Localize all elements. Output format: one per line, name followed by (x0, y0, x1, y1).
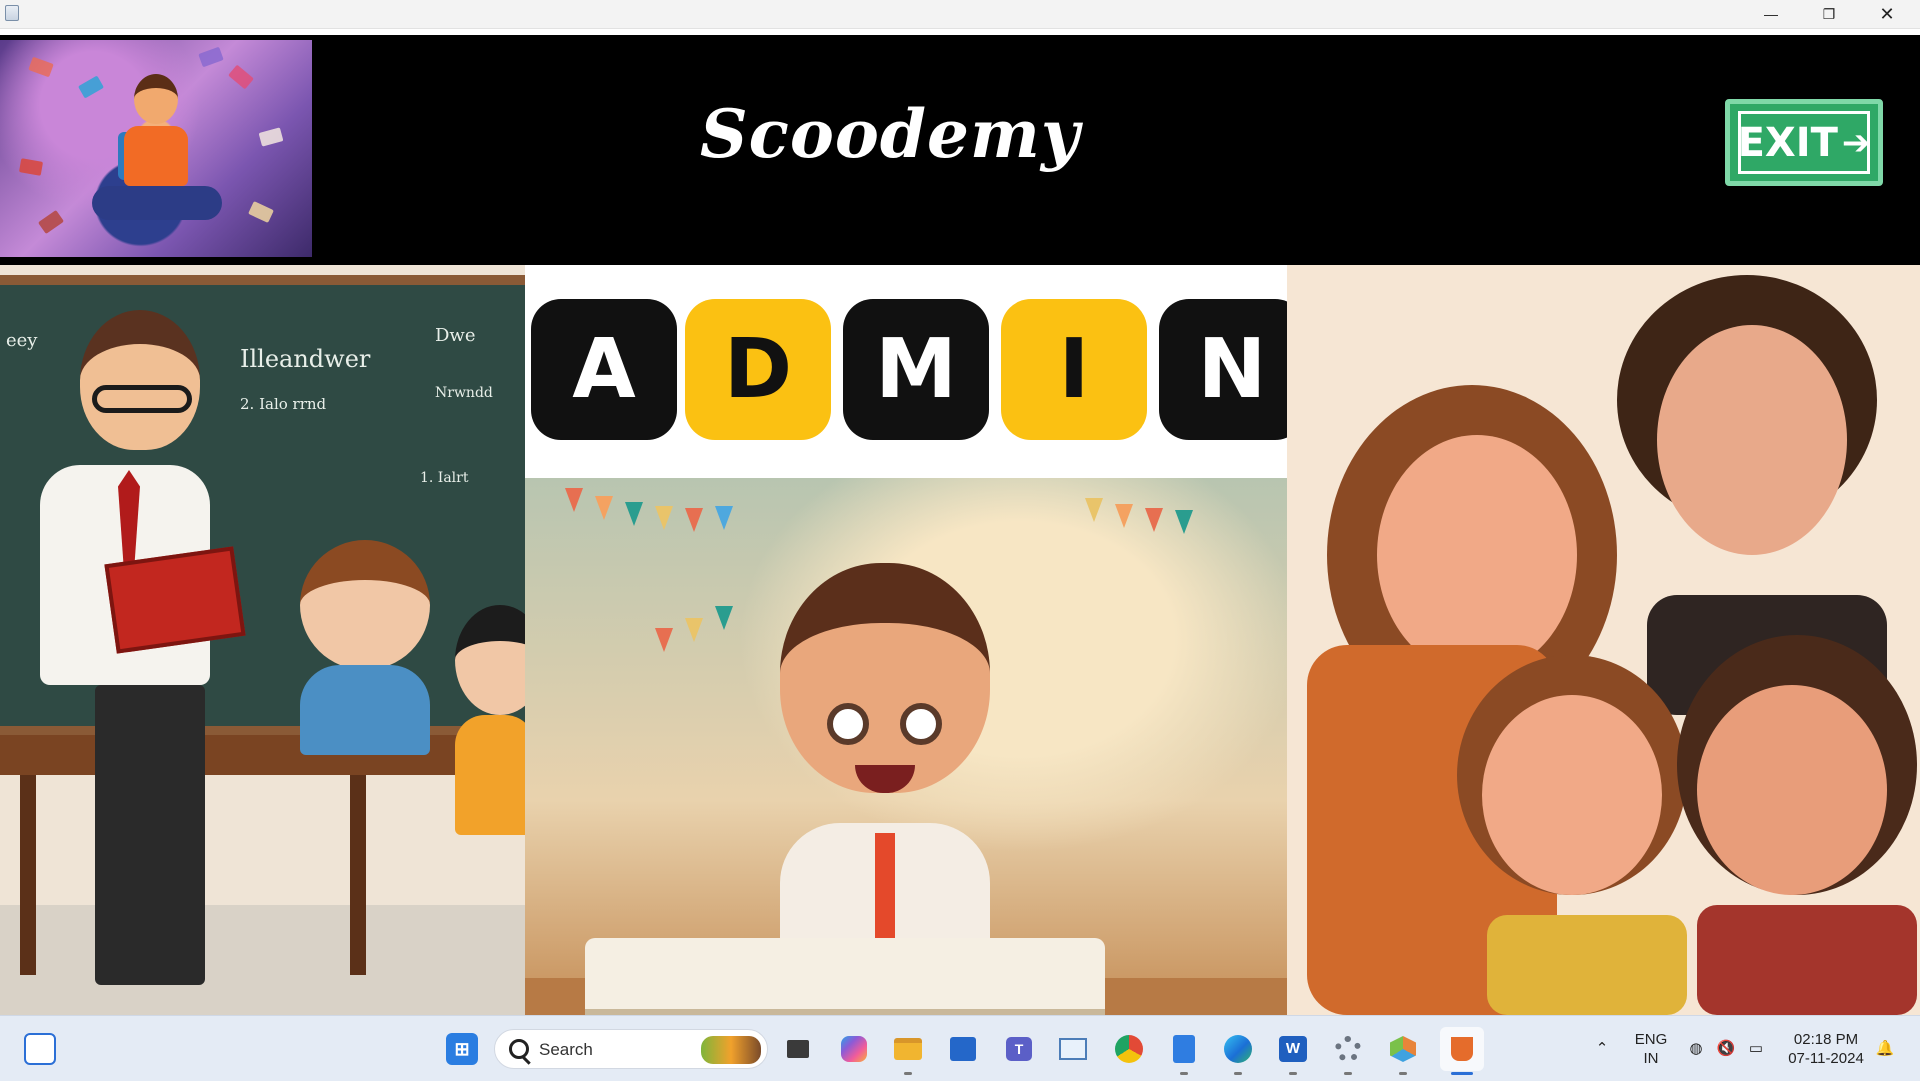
close-button[interactable]: ✕ (1858, 0, 1916, 28)
edge-icon[interactable] (1222, 1033, 1254, 1065)
task-view-icon[interactable] (782, 1033, 814, 1065)
chalk-text: 1. Ialrt (420, 470, 469, 486)
start-windows-icon[interactable]: ⊞ (446, 1033, 478, 1065)
arrow-right-icon: ➔ (1841, 122, 1871, 163)
app-cube-icon[interactable] (1387, 1033, 1419, 1065)
teams-icon[interactable]: T (1003, 1033, 1035, 1065)
admin-letter-tile: I (1001, 299, 1147, 440)
performance-monitor-icon[interactable] (1057, 1033, 1089, 1065)
notification-bell-icon[interactable]: 🔔 (1875, 1038, 1895, 1058)
clock[interactable]: 02:18 PM 07-11-2024 (1778, 1030, 1874, 1068)
battery-icon[interactable]: ▭ (1746, 1038, 1766, 1058)
chevron-up-icon[interactable]: ⌃ (1592, 1038, 1612, 1058)
search-highlight-image (701, 1036, 761, 1064)
clock-time: 02:18 PM (1793, 1031, 1859, 1048)
java-app-icon (5, 5, 19, 21)
chrome-icon[interactable] (1113, 1033, 1145, 1065)
widgets-icon[interactable] (24, 1033, 56, 1065)
admin-letter-tile: D (685, 299, 831, 440)
chalk-text: eey (6, 330, 38, 351)
logo-image (0, 40, 312, 257)
admin-letter-tile: M (843, 299, 989, 440)
taskbar-search-input[interactable]: Search (494, 1029, 768, 1069)
search-icon (509, 1039, 529, 1059)
exit-label: EXIT (1737, 119, 1838, 166)
chalk-text: Dwe (435, 325, 476, 346)
settings-icon[interactable] (1332, 1033, 1364, 1065)
language-indicator[interactable]: ENG IN (1628, 1030, 1674, 1068)
taskbar: ⊞ Search T W ⌃ ENG IN ◍ 🔇 ▭ 02:18 PM 07-… (0, 1015, 1920, 1081)
minimize-button[interactable]: — (1742, 0, 1800, 28)
notepad-icon[interactable] (1168, 1033, 1200, 1065)
admin-panel-image[interactable]: A D M I N (525, 265, 1287, 1015)
clock-date: 07-11-2024 (1788, 1050, 1864, 1067)
chalk-text: Illeandwer (240, 345, 371, 373)
restore-button[interactable]: ❐ (1800, 0, 1858, 28)
admin-banner: A D M I N (525, 265, 1287, 478)
app-title: Scoodemy (700, 95, 1081, 173)
exit-button[interactable]: EXIT ➔ (1725, 99, 1883, 186)
teacher-panel-image[interactable]: Illeandwer 2. Ialo rrnd Dwe Nrwndd 1. Ia… (0, 265, 525, 1015)
window-title-bar: — ❐ ✕ (0, 0, 1920, 29)
network-globe-icon[interactable]: ◍ (1686, 1038, 1706, 1058)
parent-panel-image[interactable] (1287, 265, 1920, 1015)
app-header: Scoodemy EXIT ➔ (0, 35, 1920, 265)
student-illustration (525, 478, 1287, 1015)
file-explorer-icon[interactable] (892, 1033, 924, 1065)
admin-letter-tile: N (1159, 299, 1287, 440)
chalk-text: 2. Ialo rrnd (240, 395, 327, 413)
volume-muted-icon[interactable]: 🔇 (1716, 1038, 1736, 1058)
chalk-text: Nrwndd (435, 385, 493, 401)
search-placeholder: Search (539, 1040, 593, 1059)
language-code: ENG (1634, 1031, 1668, 1048)
word-icon[interactable]: W (1277, 1033, 1309, 1065)
region-code: IN (1643, 1050, 1659, 1067)
microsoft-store-icon[interactable] (947, 1033, 979, 1065)
admin-letter-tile: A (531, 299, 677, 440)
java-icon[interactable] (1440, 1027, 1484, 1071)
copilot-icon[interactable] (838, 1033, 870, 1065)
